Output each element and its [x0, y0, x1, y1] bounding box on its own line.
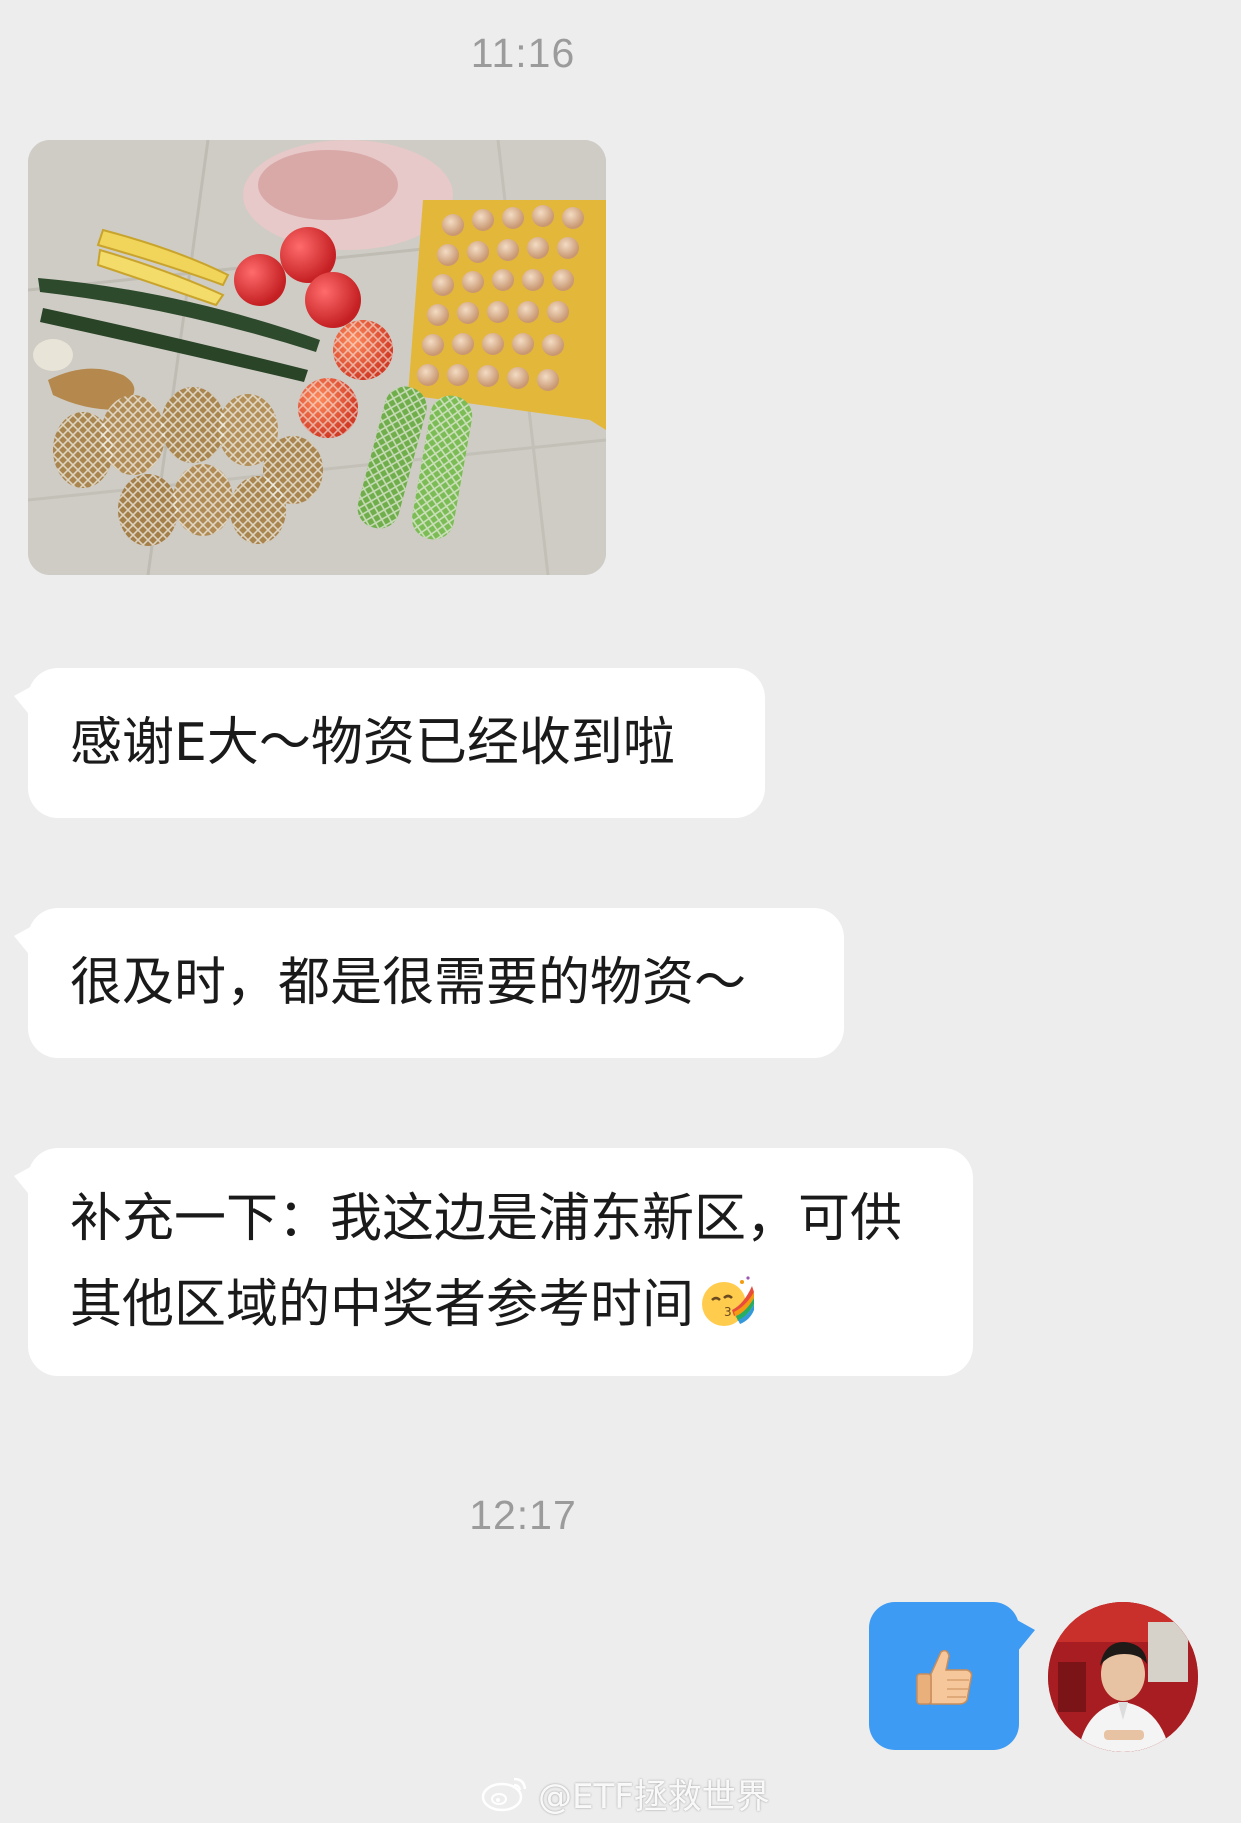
outgoing-message[interactable]	[869, 1602, 1035, 1750]
incoming-message[interactable]: 感谢E大～物资已经收到啦	[14, 668, 765, 818]
timestamp-label: 11:16	[470, 30, 576, 76]
weibo-icon	[481, 1777, 527, 1812]
groceries-photo-image	[28, 140, 606, 575]
watermark-text: @ETF拯救世界	[538, 1776, 770, 1817]
watermark: @ETF拯救世界	[480, 1770, 770, 1817]
incoming-message[interactable]: 很及时，都是很需要的物资～	[14, 908, 844, 1058]
message-text: 补充一下：我这边是浦东新区，可供其他区域的中奖者参考时间	[70, 1189, 903, 1335]
message-text: 感谢E大～物资已经收到啦	[70, 713, 675, 773]
incoming-message[interactable]: 补充一下：我这边是浦东新区，可供其他区域的中奖者参考时间 3	[14, 1148, 973, 1376]
message-text: 很及时，都是很需要的物资～	[70, 953, 747, 1013]
avatar-image	[1048, 1602, 1198, 1752]
groceries-photo[interactable]	[28, 140, 606, 575]
avatar[interactable]	[1048, 1602, 1198, 1752]
kissing-rainbow-emoji-icon: 3	[702, 1276, 755, 1326]
svg-text:3: 3	[724, 1305, 732, 1319]
timestamp-label: 12:17	[469, 1492, 577, 1538]
thumbs-up-icon	[916, 1649, 973, 1705]
